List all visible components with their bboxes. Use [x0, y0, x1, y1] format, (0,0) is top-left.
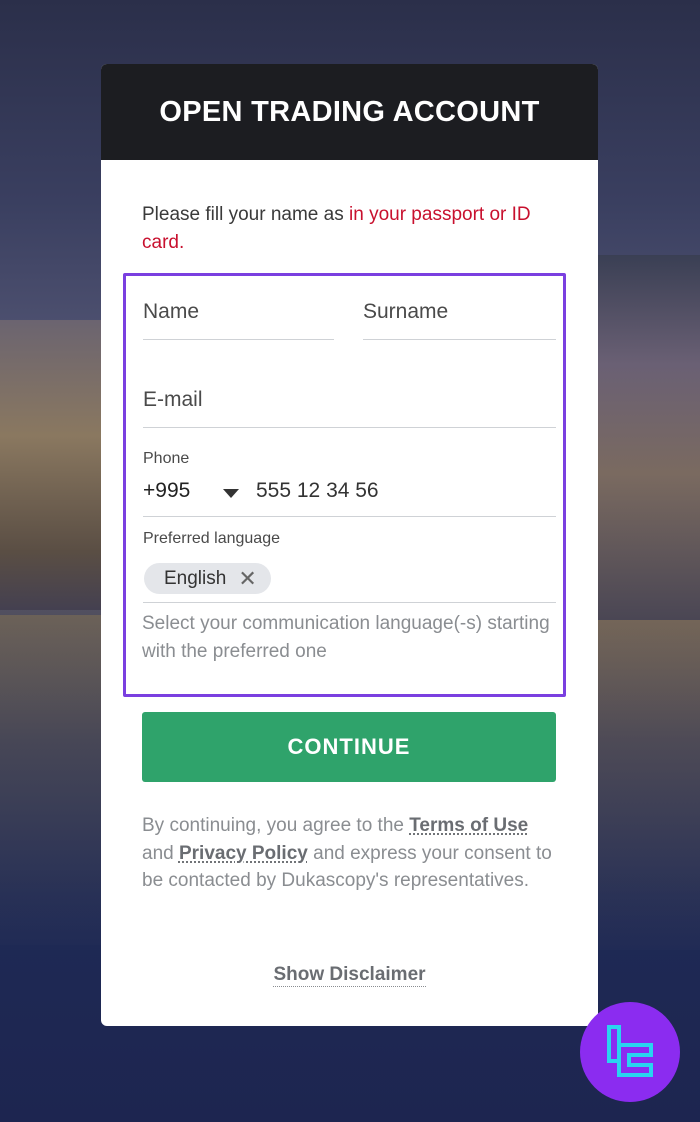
- language-chip-label: English: [164, 567, 227, 589]
- brand-logo-glyph: [607, 1025, 653, 1077]
- background-reflection-right: [596, 620, 700, 950]
- intro-end: .: [178, 232, 185, 253]
- language-field[interactable]: English ✕: [143, 554, 556, 603]
- intro-plain: Please fill your name as: [142, 204, 349, 225]
- terms-part-2: and: [142, 842, 179, 864]
- surname-placeholder: Surname: [363, 300, 449, 323]
- language-label: Preferred language: [143, 530, 280, 547]
- background-reflection-left: [0, 615, 105, 945]
- language-chip: English ✕: [144, 563, 271, 594]
- privacy-policy-link[interactable]: Privacy Policy: [179, 843, 308, 864]
- disclaimer-row: Show Disclaimer: [101, 964, 598, 987]
- name-field[interactable]: Name: [143, 294, 334, 340]
- email-field[interactable]: E-mail: [143, 382, 556, 428]
- surname-field[interactable]: Surname: [363, 294, 556, 340]
- close-icon[interactable]: ✕: [238, 567, 256, 590]
- email-placeholder: E-mail: [143, 388, 203, 411]
- phone-country-code[interactable]: +995: [143, 479, 190, 503]
- card-header: OPEN TRADING ACCOUNT: [101, 64, 598, 160]
- terms-text: By continuing, you agree to the Terms of…: [142, 812, 562, 895]
- phone-number-input[interactable]: 555 12 34 56: [256, 479, 379, 503]
- background-building-left: [0, 320, 105, 610]
- name-placeholder: Name: [143, 300, 200, 323]
- page-title: OPEN TRADING ACCOUNT: [159, 95, 540, 128]
- show-disclaimer-link[interactable]: Show Disclaimer: [273, 964, 426, 987]
- terms-of-use-link[interactable]: Terms of Use: [409, 815, 528, 836]
- phone-field[interactable]: +995 555 12 34 56: [143, 474, 556, 517]
- language-hint: Select your communication language(-s) s…: [142, 613, 550, 662]
- intro-text: Please fill your name as in your passpor…: [142, 201, 562, 257]
- phone-label: Phone: [143, 450, 190, 467]
- brand-logo-icon: [580, 1002, 680, 1102]
- continue-button[interactable]: CONTINUE: [142, 712, 556, 782]
- caret-down-icon[interactable]: [223, 489, 239, 498]
- terms-part-1: By continuing, you agree to the: [142, 815, 410, 836]
- signup-card: OPEN TRADING ACCOUNT Please fill your na…: [101, 64, 598, 1026]
- background-building-right: [596, 255, 700, 620]
